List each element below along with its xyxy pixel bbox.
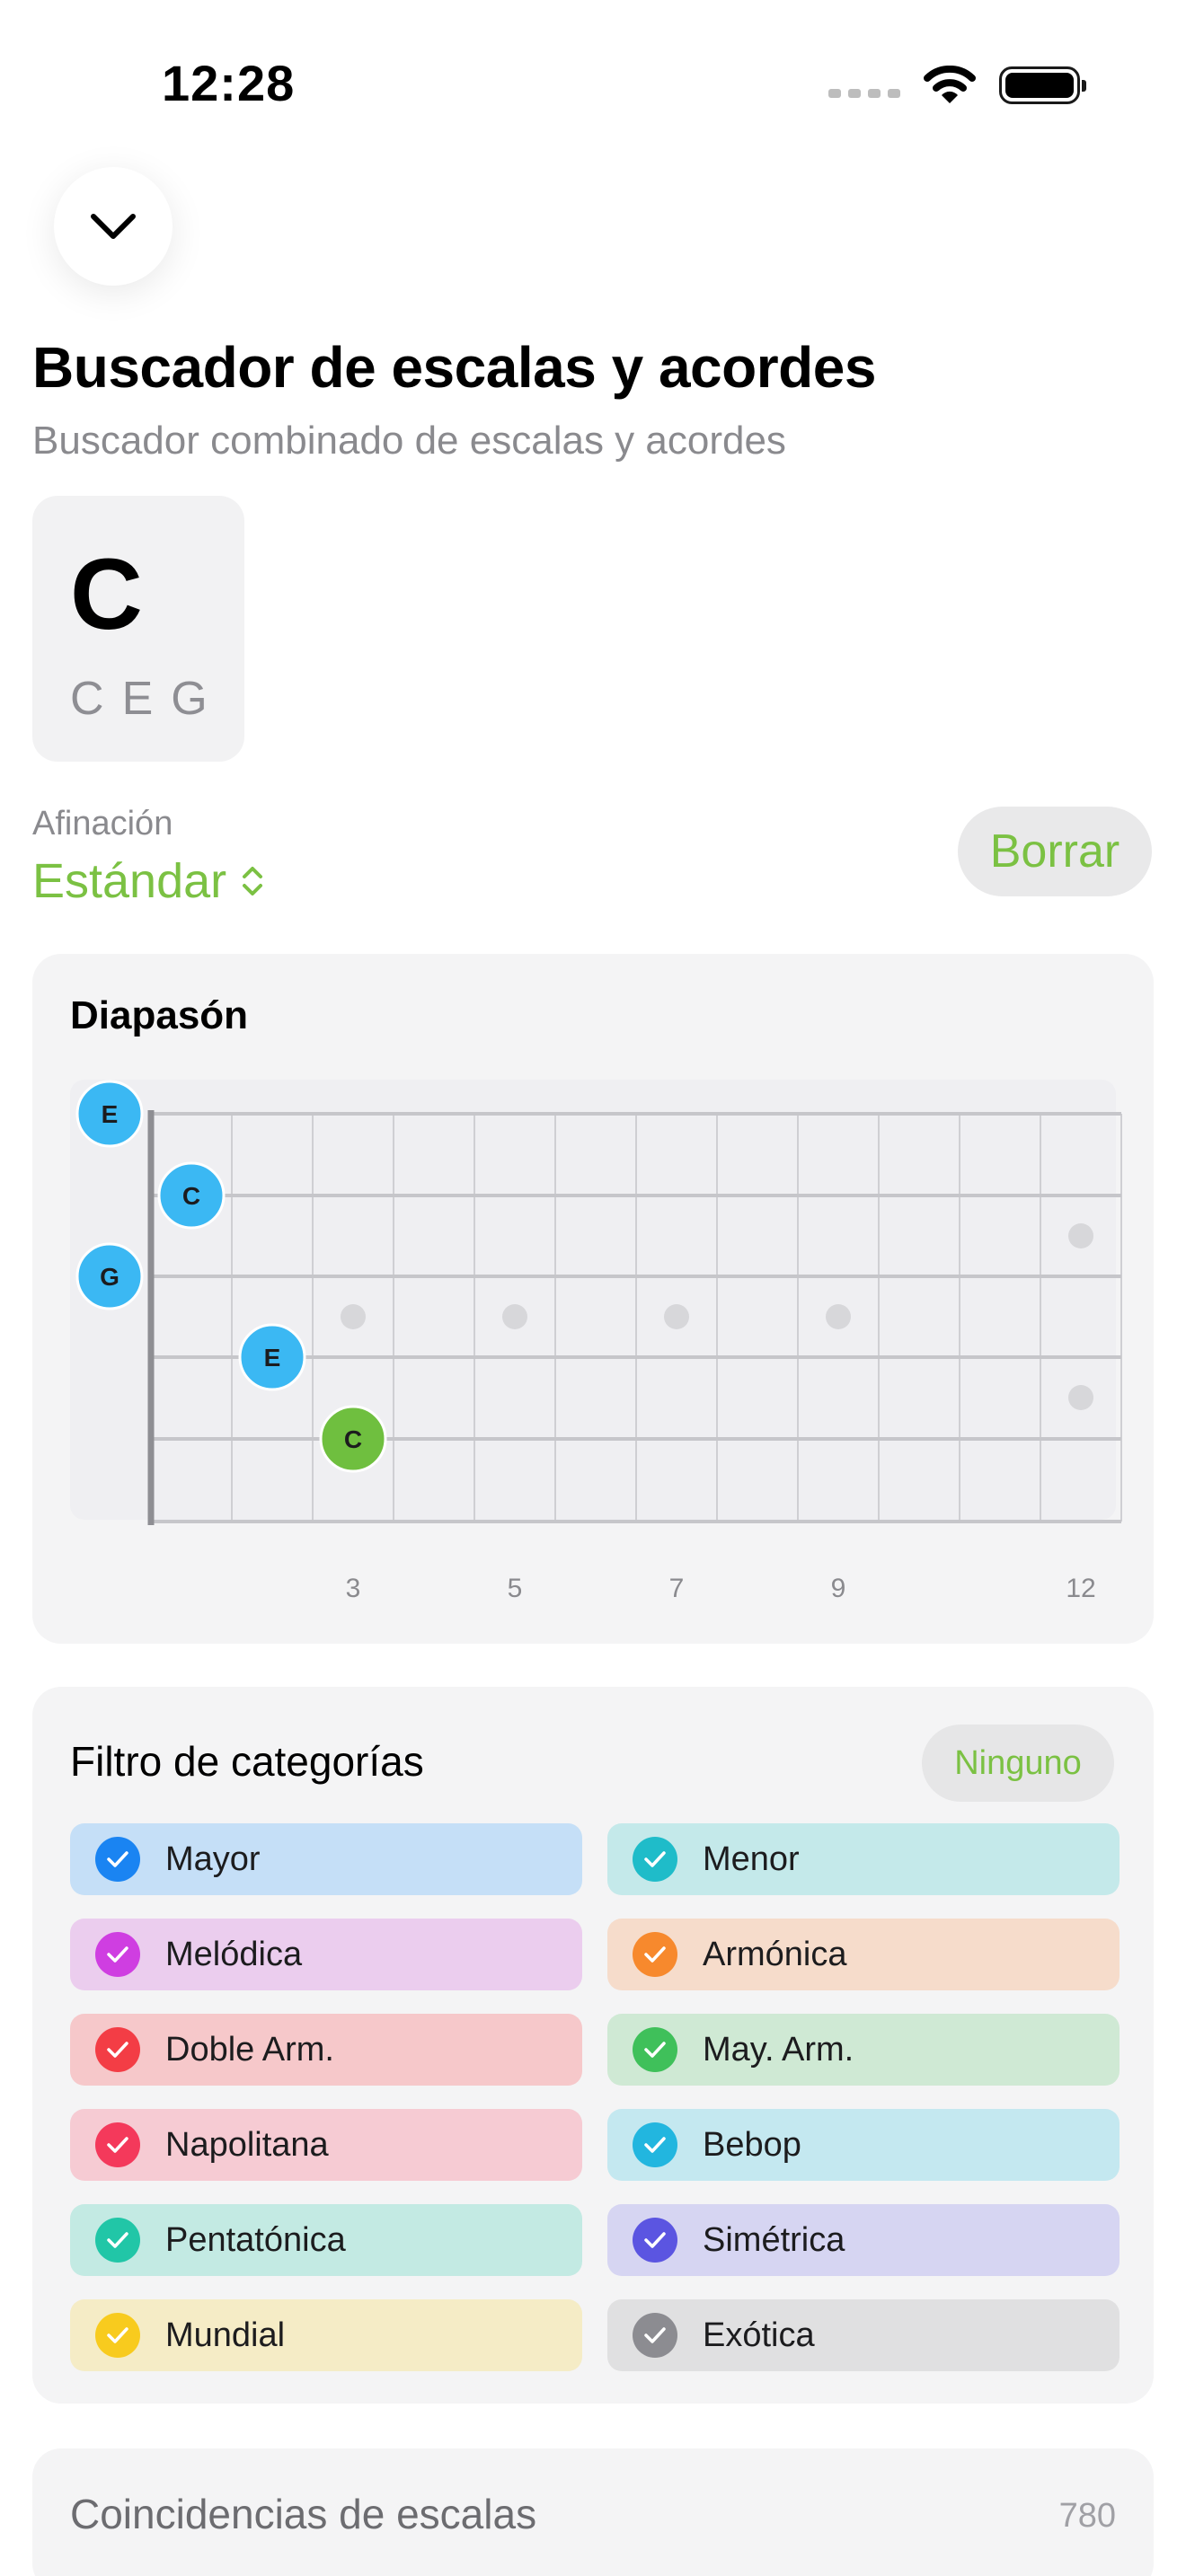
- filter-title: Filtro de categorías: [70, 1738, 424, 1785]
- category-chip[interactable]: Doble Arm.: [70, 2014, 582, 2086]
- checkmark-icon: [95, 2218, 140, 2263]
- category-label: Mundial: [165, 2316, 286, 2354]
- chevron-down-icon: [91, 214, 136, 239]
- fret-number: 7: [669, 1574, 685, 1603]
- fret-number: 12: [1066, 1574, 1095, 1603]
- matches-count: 780: [1058, 2497, 1116, 2535]
- status-icons: [828, 63, 1086, 108]
- fretboard-panel: Diapasón 3 5 7 9 12 E C G E C: [32, 954, 1154, 1644]
- category-chip[interactable]: Pentatónica: [70, 2204, 582, 2276]
- wifi-icon: [924, 66, 976, 103]
- category-filter-panel: Filtro de categorías Ninguno Mayor Menor M…: [32, 1687, 1154, 2404]
- chord-note: C: [70, 673, 104, 725]
- scale-matches-panel[interactable]: Coincidencias de escalas 780: [32, 2448, 1154, 2576]
- matches-title: Coincidencias de escalas: [70, 2491, 537, 2537]
- chord-notes: C E G: [70, 672, 208, 726]
- chord-card[interactable]: C C E G: [32, 496, 244, 762]
- category-chip[interactable]: Melódica: [70, 1919, 582, 1990]
- checkmark-icon: [633, 2122, 677, 2167]
- note-label: G: [100, 1263, 119, 1291]
- fret-marker: [826, 1304, 851, 1329]
- tuning-value: Estándar: [32, 854, 227, 908]
- category-label: Menor: [703, 1839, 800, 1878]
- checkmark-icon: [95, 1837, 140, 1882]
- note-label: E: [102, 1100, 119, 1128]
- checkmark-icon: [633, 2313, 677, 2358]
- scale-chord-finder-screen: 12:28 Buscador de escalas y acordes Busc…: [0, 0, 1186, 2576]
- note-label: C: [182, 1182, 200, 1210]
- fret-marker: [502, 1304, 527, 1329]
- category-chip[interactable]: May. Arm.: [607, 2014, 1120, 2086]
- fretboard[interactable]: 3 5 7 9 12 E C G E C: [32, 954, 1154, 1644]
- category-chip[interactable]: Bebop: [607, 2109, 1120, 2181]
- up-down-chevron-icon: [243, 867, 263, 895]
- category-chip[interactable]: Armónica: [607, 1919, 1120, 1990]
- category-label: Melódica: [165, 1935, 303, 1973]
- status-time: 12:28: [162, 55, 296, 111]
- page-title: Buscador de escalas y acordes: [32, 335, 876, 400]
- fret-marker: [1068, 1223, 1093, 1248]
- chord-note: E: [121, 673, 154, 725]
- category-label: Doble Arm.: [165, 2030, 334, 2069]
- tuning-selector[interactable]: Estándar: [32, 853, 264, 909]
- category-chip[interactable]: Simétrica: [607, 2204, 1120, 2276]
- fret-number: 3: [346, 1574, 361, 1603]
- checkmark-icon: [95, 2027, 140, 2072]
- category-label: Armónica: [703, 1935, 847, 1973]
- category-label: Bebop: [703, 2125, 801, 2164]
- category-chip[interactable]: Mayor: [70, 1823, 582, 1895]
- category-label: Simétrica: [703, 2220, 845, 2259]
- chord-note: G: [171, 673, 208, 725]
- clear-button[interactable]: Borrar: [958, 807, 1152, 896]
- category-label: Exótica: [703, 2316, 815, 2354]
- checkmark-icon: [95, 1932, 140, 1977]
- category-chip[interactable]: Mundial: [70, 2299, 582, 2371]
- checkmark-icon: [633, 1837, 677, 1882]
- fret-number: 5: [508, 1574, 523, 1603]
- note-label: E: [264, 1344, 281, 1372]
- page-subtitle: Buscador combinado de escalas y acordes: [32, 419, 786, 463]
- dismiss-button[interactable]: [54, 167, 173, 286]
- fret-marker: [341, 1304, 366, 1329]
- checkmark-icon: [633, 1932, 677, 1977]
- category-label: Napolitana: [165, 2125, 329, 2164]
- select-none-button[interactable]: Ninguno: [922, 1725, 1114, 1802]
- category-chip[interactable]: Menor: [607, 1823, 1120, 1895]
- category-label: May. Arm.: [703, 2030, 854, 2069]
- checkmark-icon: [95, 2313, 140, 2358]
- category-label: Mayor: [165, 1839, 261, 1878]
- fret-number: 9: [831, 1574, 846, 1603]
- category-chip[interactable]: Exótica: [607, 2299, 1120, 2371]
- category-label: Pentatónica: [165, 2220, 346, 2259]
- tuning-label: Afinación: [32, 805, 173, 842]
- fret-marker: [664, 1304, 689, 1329]
- checkmark-icon: [95, 2122, 140, 2167]
- note-label: C: [344, 1425, 362, 1453]
- checkmark-icon: [633, 2218, 677, 2263]
- checkmark-icon: [633, 2027, 677, 2072]
- chord-name: C: [70, 538, 143, 650]
- battery-icon: [999, 66, 1086, 104]
- fret-marker: [1068, 1385, 1093, 1410]
- category-chip[interactable]: Napolitana: [70, 2109, 582, 2181]
- cellular-signal-icon: [828, 89, 900, 98]
